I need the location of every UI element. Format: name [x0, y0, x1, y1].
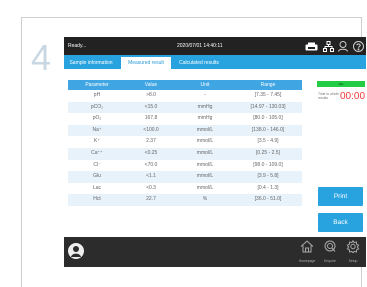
avatar-icon[interactable] — [68, 243, 84, 259]
cell-unit: mmol/L — [196, 149, 214, 156]
cell-unit: % — [202, 196, 208, 203]
table-header: Parameter Value Unit Range — [68, 80, 302, 90]
cell-range: [14.97 - 130.03] — [250, 103, 286, 110]
cell-value: <0.3 — [146, 184, 156, 191]
status-indicator: Idle — [317, 81, 365, 87]
cell-unit: mmHg — [197, 115, 213, 122]
cell-range: [0.25 - 2.5] — [256, 149, 280, 156]
time-label: Time to whole results — [318, 92, 339, 100]
cell-parameter: Na⁺ — [92, 126, 102, 133]
time-value: 00:00 — [340, 91, 366, 102]
tab-sample-information[interactable]: Sample information — [66, 57, 116, 69]
cell-value: 22.7 — [146, 196, 156, 203]
table-row: Na⁺ <100.0 mmol/L [138.0 - 146.0] — [68, 124, 302, 137]
cell-parameter: Ca⁺⁺ — [91, 149, 103, 156]
header-range: Range — [260, 82, 276, 88]
settings-label: Setup — [348, 259, 358, 263]
cell-parameter: Lac — [92, 184, 102, 191]
search-icon — [323, 240, 337, 257]
home-icon — [300, 240, 314, 257]
cell-range: [7.35 - 7.45] — [254, 92, 282, 98]
cell-range: [0.4 - 1.3] — [257, 184, 279, 191]
table-row: Glu <1.1 mmol/L [3.9 - 5.8] — [68, 171, 302, 183]
table-row: K⁺ 2.37 mmol/L [3.5 - 4.9] — [68, 136, 302, 148]
cell-unit: mmol/L — [196, 126, 214, 133]
home-label: Homepage — [298, 259, 316, 263]
back-button[interactable]: Back — [318, 213, 363, 232]
cell-value: 167.8 — [144, 115, 158, 122]
bottom-bar: Homepage Enquire Setup — [64, 237, 366, 267]
table-row: Ca⁺⁺ <0.25 mmol/L [0.25 - 2.5] — [68, 147, 302, 160]
cell-range: [3.5 - 4.9] — [257, 138, 279, 145]
cell-unit: mmol/L — [196, 173, 214, 180]
settings-icon — [346, 239, 360, 257]
tab-bar: Sample information Measured result Calcu… — [64, 55, 366, 69]
datetime: 2020/07/01 14:40:11 — [177, 43, 223, 49]
cell-value: <1.1 — [146, 173, 156, 180]
cell-parameter: pO₂ — [92, 115, 102, 122]
table-row: pCO₂ <15.0 mmHg [14.97 - 130.03] — [68, 101, 302, 114]
printer-icon[interactable] — [304, 40, 318, 52]
cell-parameter: Cl⁻ — [93, 161, 101, 168]
cell-parameter: Glu — [93, 173, 101, 180]
settings-button[interactable]: Setup — [343, 239, 363, 263]
help-icon[interactable] — [352, 40, 364, 52]
header-value: Value — [144, 82, 158, 88]
cell-unit: mmol/L — [196, 161, 214, 168]
cell-unit: mmHg — [197, 103, 213, 110]
search-label: Enquire — [324, 259, 336, 263]
header-unit: Unit — [200, 82, 210, 88]
cell-value: <70.0 — [144, 161, 158, 168]
table-row: Lac <0.3 mmol/L [0.4 - 1.3] — [68, 183, 302, 195]
results-table: Parameter Value Unit Range pH >8.0 - [7.… — [68, 80, 302, 206]
cell-range: [98.0 - 109.0] — [253, 161, 283, 168]
header-parameter: Parameter — [85, 82, 109, 88]
table-row: pO₂ 167.8 mmHg [80.0 - 105.0] — [68, 113, 302, 125]
step-number: 4 — [31, 37, 52, 78]
cell-range: [80.0 - 105.0] — [253, 115, 283, 122]
cell-value: <15.0 — [144, 103, 158, 110]
cell-value: 2.37 — [146, 138, 156, 145]
cell-range: [36.0 - 51.0] — [254, 196, 282, 203]
cell-parameter: pH — [93, 92, 101, 98]
cell-value: <100.0 — [143, 126, 159, 133]
table-row: pH >8.0 - [7.35 - 7.45] — [68, 90, 302, 102]
top-bar: Ready... 2020/07/01 14:40:11 — [64, 37, 366, 55]
cell-range: [3.9 - 5.8] — [257, 173, 279, 180]
cell-unit: mmol/L — [196, 138, 214, 145]
network-icon[interactable] — [322, 40, 334, 52]
cell-unit: - — [204, 92, 206, 98]
table-row: Cl⁻ <70.0 mmol/L [98.0 - 109.0] — [68, 160, 302, 172]
cell-value: >8.0 — [146, 92, 156, 98]
status-text: Ready... — [68, 43, 87, 49]
tab-measured-result[interactable]: Measured result — [121, 57, 171, 69]
cell-parameter: pCO₂ — [90, 103, 104, 110]
cell-range: [138.0 - 146.0] — [251, 126, 285, 133]
user-icon[interactable] — [337, 40, 349, 52]
cell-parameter: Hct — [93, 196, 101, 203]
home-button[interactable]: Homepage — [297, 240, 317, 263]
cell-unit: mmol/L — [196, 184, 214, 191]
cell-value: <0.25 — [144, 149, 158, 156]
device-screen: Ready... 2020/07/01 14:40:11 Sample info… — [64, 37, 366, 267]
tab-calculated-results[interactable]: Calculated results — [174, 57, 224, 69]
print-button[interactable]: Print — [318, 187, 363, 206]
search-button[interactable]: Enquire — [320, 240, 340, 263]
cell-parameter: K⁺ — [94, 138, 100, 145]
table-row: Hct 22.7 % [36.0 - 51.0] — [68, 194, 302, 206]
